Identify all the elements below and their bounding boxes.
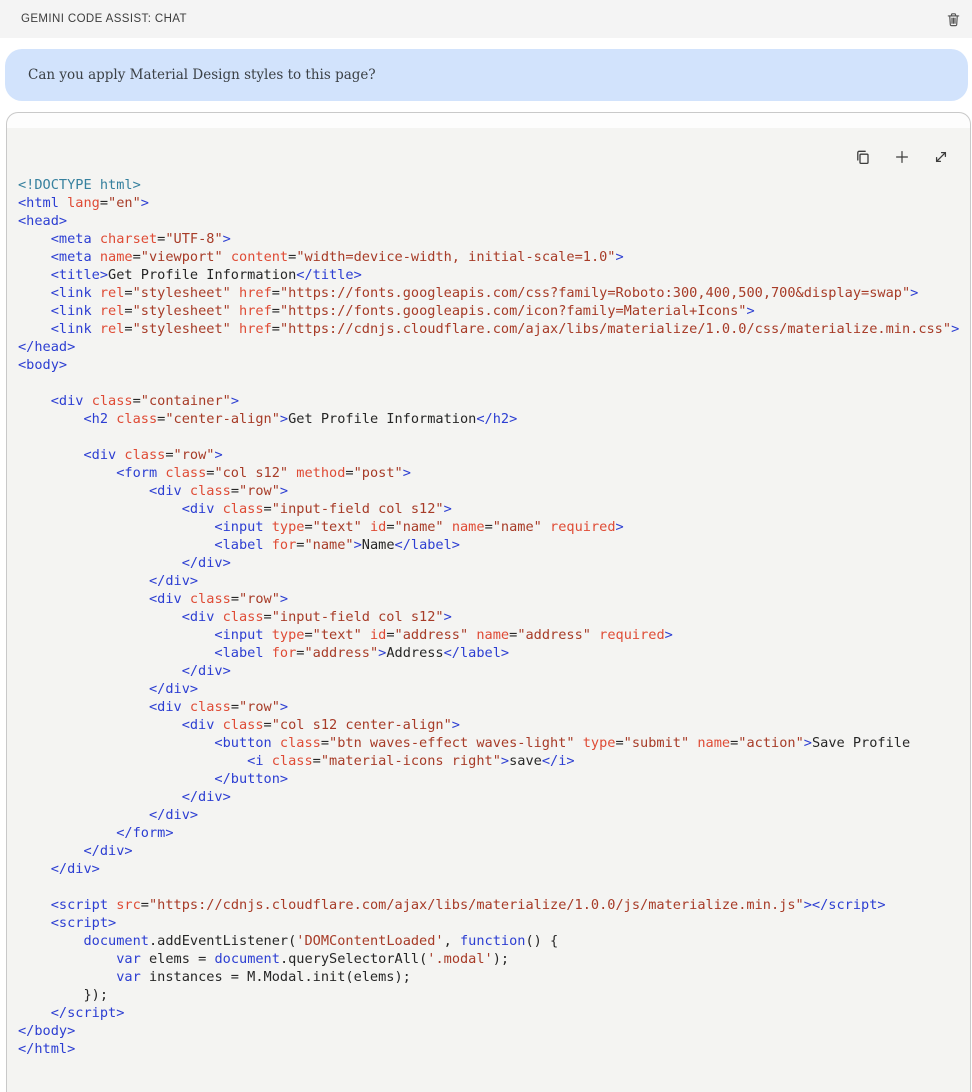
code-line: <div class="row"> [18, 482, 970, 500]
code-line: <div class="input-field col s12"> [18, 608, 970, 626]
expand-code-button[interactable] [930, 146, 952, 168]
panel-title: GEMINI CODE ASSIST: CHAT [21, 13, 187, 25]
code-line: </html> [18, 1040, 970, 1058]
code-line: <div class="row"> [18, 446, 970, 464]
code-line: <link rel="stylesheet" href="https://cdn… [18, 320, 970, 338]
trash-icon [945, 11, 962, 28]
user-message-text: Can you apply Material Design styles to … [28, 67, 376, 83]
code-line: var elems = document.querySelectorAll('.… [18, 950, 970, 968]
code-card: <!DOCTYPE html><html lang="en"><head> <m… [6, 112, 971, 1092]
code-line: <html lang="en"> [18, 194, 970, 212]
code-line: <title>Get Profile Information</title> [18, 266, 970, 284]
code-line: </form> [18, 824, 970, 842]
code-line: </head> [18, 338, 970, 356]
code-line: </div> [18, 842, 970, 860]
code-line: <i class="material-icons right">save</i> [18, 752, 970, 770]
code-line: <div class="input-field col s12"> [18, 500, 970, 518]
code-line: </button> [18, 770, 970, 788]
code-line: <meta name="viewport" content="width=dev… [18, 248, 970, 266]
code-line: <link rel="stylesheet" href="https://fon… [18, 302, 970, 320]
code-line: </div> [18, 806, 970, 824]
code-line: <body> [18, 356, 970, 374]
code-line: <label for="name">Name</label> [18, 536, 970, 554]
code-line: <div class="col s12 center-align"> [18, 716, 970, 734]
code-line [18, 374, 970, 392]
code-line: <h2 class="center-align">Get Profile Inf… [18, 410, 970, 428]
code-line: <div class="row"> [18, 698, 970, 716]
expand-diagonal-icon [932, 148, 950, 166]
code-content: <!DOCTYPE html><html lang="en"><head> <m… [7, 176, 970, 1082]
code-line: </div> [18, 572, 970, 590]
code-line: <input type="text" id="address" name="ad… [18, 626, 970, 644]
code-line: <button class="btn waves-effect waves-li… [18, 734, 970, 752]
code-line: <!DOCTYPE html> [18, 176, 970, 194]
code-line: </div> [18, 860, 970, 878]
copy-code-button[interactable] [852, 146, 874, 168]
user-message-bubble: Can you apply Material Design styles to … [5, 49, 968, 101]
code-line: <input type="text" id="name" name="name"… [18, 518, 970, 536]
copy-icon [854, 148, 872, 166]
clear-chat-button[interactable] [943, 9, 964, 30]
code-line: </body> [18, 1022, 970, 1040]
code-line: </div> [18, 662, 970, 680]
code-line: <link rel="stylesheet" href="https://fon… [18, 284, 970, 302]
code-line: <label for="address">Address</label> [18, 644, 970, 662]
code-line: <div class="row"> [18, 590, 970, 608]
code-line: <meta charset="UTF-8"> [18, 230, 970, 248]
code-line: <form class="col s12" method="post"> [18, 464, 970, 482]
code-toolbar [7, 128, 970, 166]
code-line: </div> [18, 788, 970, 806]
code-line: <script src="https://cdnjs.cloudflare.co… [18, 896, 970, 914]
panel-header: GEMINI CODE ASSIST: CHAT [0, 0, 972, 38]
plus-icon [893, 148, 911, 166]
code-line: }); [18, 986, 970, 1004]
code-line: <script> [18, 914, 970, 932]
code-area: <!DOCTYPE html><html lang="en"><head> <m… [7, 128, 970, 1092]
code-line: document.addEventListener('DOMContentLoa… [18, 932, 970, 950]
code-line: </div> [18, 680, 970, 698]
code-line: var instances = M.Modal.init(elems); [18, 968, 970, 986]
code-line [18, 878, 970, 896]
code-line: </div> [18, 554, 970, 572]
code-line: <head> [18, 212, 970, 230]
code-line [18, 428, 970, 446]
code-line: <div class="container"> [18, 392, 970, 410]
code-line: </script> [18, 1004, 970, 1022]
insert-code-button[interactable] [891, 146, 913, 168]
